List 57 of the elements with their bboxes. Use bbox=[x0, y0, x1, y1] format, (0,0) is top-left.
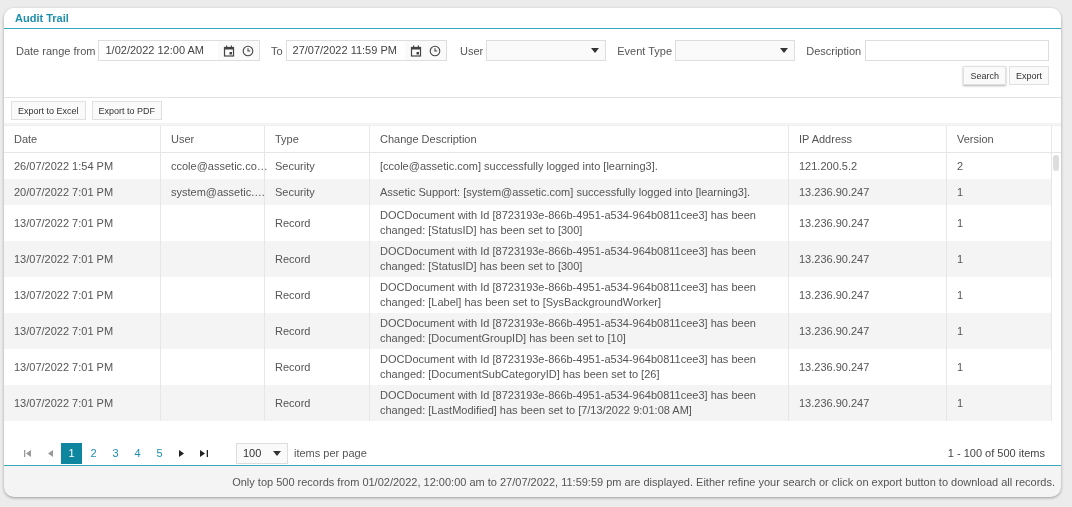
export-button[interactable]: Export to Excel bbox=[11, 101, 86, 120]
table-cell: Record bbox=[265, 241, 370, 277]
page-button[interactable]: 1 bbox=[61, 442, 82, 464]
description-field[interactable] bbox=[865, 40, 1049, 61]
first-page-icon[interactable] bbox=[24, 449, 32, 457]
previous-page-icon[interactable] bbox=[48, 449, 53, 457]
column-header[interactable]: Type bbox=[265, 126, 370, 152]
field-label: Date range from bbox=[16, 44, 96, 57]
column-header[interactable]: Date bbox=[4, 126, 161, 152]
page-button[interactable]: 5 bbox=[149, 442, 170, 464]
caret-icon bbox=[591, 48, 600, 53]
page-size-label: items per page bbox=[294, 447, 367, 459]
panel-title: Audit Trail bbox=[15, 12, 69, 24]
page-size-dropdown[interactable]: 100 bbox=[236, 442, 288, 464]
next-page-icon[interactable] bbox=[179, 449, 184, 457]
table-cell: system@assetic.… bbox=[161, 179, 265, 205]
column-header[interactable]: Version bbox=[947, 126, 1052, 152]
pager-summary: 1 - 100 of 500 items bbox=[947, 447, 1045, 459]
table-cell: 13.236.90.247 bbox=[789, 313, 947, 349]
table-cell: Assetic Support: [system@assetic.com] successfully logged into [learning3]. bbox=[370, 179, 789, 205]
table-cell: DOCDocument with Id [8723193e-866b-4951-a534-964b0811cee3] has been changed: [DocumentGroupID] has been set to [10] bbox=[370, 313, 789, 349]
scrollbar-thumb[interactable] bbox=[1053, 155, 1059, 171]
last-page-icon[interactable] bbox=[200, 449, 208, 457]
calendar-icon[interactable] bbox=[409, 44, 422, 57]
action-button[interactable]: Export bbox=[1009, 66, 1049, 85]
table-cell: 13.236.90.247 bbox=[789, 241, 947, 277]
table-cell: 13/07/2022 7:01 PM bbox=[4, 313, 161, 349]
table-cell: Record bbox=[265, 313, 370, 349]
clock-icon[interactable] bbox=[428, 44, 441, 57]
table-cell: 13.236.90.247 bbox=[789, 179, 947, 205]
caret-icon bbox=[780, 48, 789, 53]
notice-text: Only top 500 records from 01/02/2022, 12:00:00 am to 27/07/2022, 11:59:59 pm are displayed. Either refine your search or click on export button to download all records. bbox=[231, 475, 1056, 488]
date-time-field[interactable]: 1/02/2022 12:00 AM bbox=[98, 40, 260, 61]
page-button[interactable]: 4 bbox=[127, 442, 148, 464]
table-cell: 13/07/2022 7:01 PM bbox=[4, 385, 161, 421]
table-cell: 20/07/2022 7:01 PM bbox=[4, 179, 161, 205]
column-header[interactable]: Change Description bbox=[370, 126, 789, 152]
table-cell: 13/07/2022 7:01 PM bbox=[4, 241, 161, 277]
page-button[interactable]: 2 bbox=[83, 442, 104, 464]
field-label: To bbox=[270, 44, 283, 57]
caret-icon bbox=[273, 450, 281, 456]
table-cell: DOCDocument with Id [8723193e-866b-4951-a534-964b0811cee3] has been changed: [StatusID] has been set to [300] bbox=[370, 241, 789, 277]
column-header[interactable]: User bbox=[161, 126, 265, 152]
date-time-field[interactable]: 27/07/2022 11:59 PM bbox=[285, 40, 447, 61]
calendar-icon[interactable] bbox=[222, 44, 235, 57]
action-button[interactable]: Search bbox=[963, 66, 1006, 85]
page-button[interactable]: 3 bbox=[105, 442, 126, 464]
table-cell: DOCDocument with Id [8723193e-866b-4951-a534-964b0811cee3] has been changed: [LastModified] has been set to [7/13/2022 9:01:08 AM] bbox=[370, 385, 789, 421]
table-cell: 13.236.90.247 bbox=[789, 385, 947, 421]
export-button[interactable]: Export to PDF bbox=[91, 101, 163, 120]
table-cell: Security bbox=[265, 179, 370, 205]
column-header[interactable]: IP Address bbox=[789, 126, 947, 152]
table-cell: Record bbox=[265, 385, 370, 421]
field-label: Event Type bbox=[617, 44, 673, 57]
clock-icon[interactable] bbox=[241, 44, 254, 57]
field-label: User bbox=[459, 44, 484, 57]
field-label: Description bbox=[806, 44, 862, 57]
